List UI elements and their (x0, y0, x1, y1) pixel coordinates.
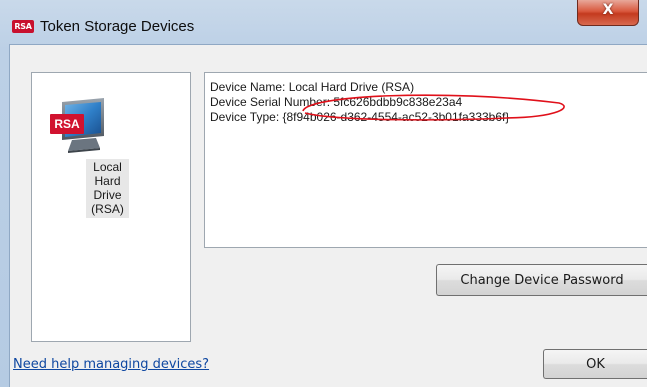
ok-button[interactable]: OK (543, 349, 647, 379)
window-title: Token Storage Devices (40, 18, 195, 35)
device-item-local-hard-drive[interactable]: RSA Local Hard Drive (RSA) (48, 93, 138, 233)
change-device-password-button[interactable]: Change Device Password (436, 264, 647, 296)
close-icon: X (602, 2, 614, 18)
device-label-line: Drive (93, 188, 122, 202)
monitor-icon: RSA (50, 96, 106, 154)
device-type-text: Device Type: {8f94b026-d362-4554-ac52-3b… (210, 110, 510, 124)
close-button[interactable]: X (577, 0, 639, 26)
device-label-line: Hard (94, 174, 121, 188)
token-storage-window: RSA Token Storage Devices X RSA Local Ha… (0, 0, 647, 387)
device-name-text: Device Name: Local Hard Drive (RSA) (210, 80, 415, 94)
help-link[interactable]: Need help managing devices? (13, 357, 209, 372)
device-item-label: Local Hard Drive (RSA) (86, 159, 129, 218)
title-bar[interactable]: RSA Token Storage Devices X (0, 0, 647, 44)
rsa-app-icon: RSA (12, 20, 34, 33)
rsa-badge: RSA (50, 114, 84, 134)
device-label-line: Local (93, 160, 122, 174)
device-list[interactable]: RSA Local Hard Drive (RSA) (31, 72, 191, 342)
device-label-line: (RSA) (91, 202, 124, 216)
device-details-panel: Device Name: Local Hard Drive (RSA) Devi… (204, 72, 647, 248)
device-serial-text: Device Serial Number: 5fc626bdbb9c838e23… (210, 95, 463, 109)
